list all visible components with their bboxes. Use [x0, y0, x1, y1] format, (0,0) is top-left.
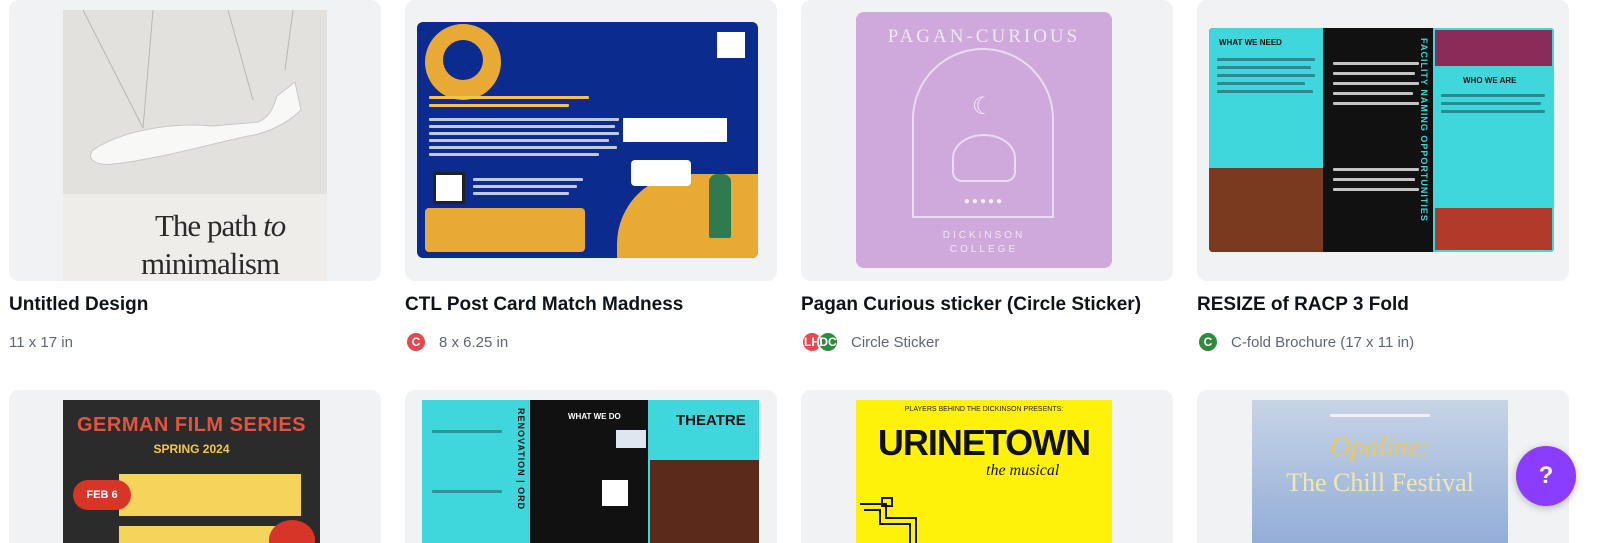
- film-sub: SPRING 2024: [153, 442, 230, 456]
- design-dimensions: 8 x 6.25 in: [439, 333, 509, 351]
- designs-grid: The path to minimalism Untitled Design 1…: [0, 0, 1598, 543]
- design-title[interactable]: Untitled Design: [9, 294, 148, 316]
- design-thumbnail[interactable]: RENOVATION | ORD WHAT WE DO THEATRE: [405, 390, 777, 543]
- date-badge: FEB 6: [73, 480, 131, 510]
- design-dimensions: Circle Sticker: [851, 333, 940, 351]
- heading-what-we-need: WHAT WE NEED: [1219, 38, 1282, 47]
- vertical-text: RENOVATION | ORD: [516, 408, 526, 511]
- design-thumbnail[interactable]: PLAYERS BEHIND THE DICKINSON PRESENTS: U…: [801, 390, 1173, 543]
- design-thumbnail[interactable]: Opaline: The Chill Festival: [1197, 390, 1569, 543]
- event-box: [119, 474, 301, 516]
- design-meta: C 8 x 6.25 in: [405, 330, 508, 354]
- shoe-illustration: [82, 10, 302, 165]
- photo-footer: [1435, 208, 1552, 250]
- moth-icon: [952, 134, 1016, 182]
- sticker-footer2: COLLEGE: [949, 244, 1019, 255]
- moon-phases-icon: ●●●●●: [963, 196, 1005, 207]
- stamp-box: [717, 32, 745, 58]
- collaborator-avatar[interactable]: C: [1197, 331, 1219, 353]
- preview-film-series: GERMAN FILM SERIES SPRING 2024 FEB 6: [63, 400, 320, 543]
- sticker-footer1: DICKINSON: [942, 230, 1026, 241]
- preview-minimalism: The path to minimalism: [63, 10, 327, 281]
- speech-bubble: [631, 160, 691, 186]
- preview-brochure: WHAT WE NEED FACILITY NAMING OPPORTUNITI…: [1209, 28, 1554, 252]
- arch-frame: [912, 48, 1054, 218]
- presenter-text: PLAYERS BEHIND THE DICKINSON PRESENTS:: [904, 406, 1064, 413]
- photo-auditorium: [1209, 168, 1323, 252]
- person-illustration: [709, 174, 731, 238]
- show-subtitle: the musical: [986, 462, 1060, 479]
- heading-what-we-do: WHAT WE DO: [568, 412, 621, 421]
- preview-text-line1: The path: [155, 208, 257, 243]
- design-thumbnail[interactable]: The path to minimalism: [9, 0, 381, 281]
- show-title: URINETOWN: [877, 422, 1091, 463]
- design-thumbnail[interactable]: WHAT WE NEED FACILITY NAMING OPPORTUNITI…: [1197, 0, 1569, 281]
- arch-text: PAGAN-CURIOUS: [887, 26, 1081, 47]
- preview-opaline: Opaline: The Chill Festival: [1252, 400, 1508, 543]
- pipe-illustration: [860, 497, 917, 543]
- orange-corner: [617, 174, 758, 258]
- design-thumbnail[interactable]: GERMAN FILM SERIES SPRING 2024 FEB 6: [9, 390, 381, 543]
- moon-icon: ☾: [972, 93, 994, 120]
- preview-photo: [63, 10, 327, 194]
- photo-banner: [1435, 30, 1552, 66]
- qr-code-icon: [433, 172, 465, 204]
- design-thumbnail[interactable]: PAGAN-CURIOUS ☾ ●●●●● DICKINSON COLLEGE: [801, 0, 1173, 281]
- sponsor-strip: [425, 208, 585, 252]
- preview-text-line2: minimalism: [141, 246, 280, 281]
- photo-stage: [650, 460, 759, 543]
- design-meta: LH DC Circle Sticker: [801, 330, 939, 354]
- collaborator-avatar[interactable]: DC: [817, 331, 839, 353]
- panel-left: [1209, 28, 1323, 168]
- preview-theatre: RENOVATION | ORD WHAT WE DO THEATRE: [422, 400, 759, 543]
- qr-code-icon: [602, 480, 628, 506]
- preview-postcard: [417, 22, 758, 258]
- design-meta: C C-fold Brochure (17 x 11 in): [1197, 330, 1414, 354]
- design-dimensions: C-fold Brochure (17 x 11 in): [1231, 333, 1415, 351]
- design-thumbnail[interactable]: [405, 0, 777, 281]
- preview-sticker: PAGAN-CURIOUS ☾ ●●●●● DICKINSON COLLEGE: [856, 12, 1112, 268]
- theatre-brand: THEATRE: [676, 412, 746, 429]
- collaborator-avatar[interactable]: C: [405, 331, 427, 353]
- preview-text-to: to: [263, 208, 286, 243]
- design-title[interactable]: RESIZE of RACP 3 Fold: [1197, 294, 1409, 316]
- film-heading: GERMAN FILM SERIES: [76, 414, 306, 436]
- design-title[interactable]: Pagan Curious sticker (Circle Sticker): [801, 294, 1141, 316]
- help-button[interactable]: ?: [1516, 446, 1576, 506]
- design-title[interactable]: CTL Post Card Match Madness: [405, 294, 683, 316]
- vertical-text: FACILITY NAMING OPPORTUNITIES: [1419, 38, 1429, 222]
- festival-title-line2: The Chill Festival: [1286, 468, 1474, 497]
- design-meta: 11 x 17 in: [9, 330, 73, 354]
- address-box: [623, 118, 727, 142]
- heading-who-we-are: WHO WE ARE: [1463, 76, 1517, 85]
- design-dimensions: 11 x 17 in: [9, 333, 73, 351]
- festival-title-line1: Opaline:: [1330, 432, 1430, 463]
- preview-urinetown: PLAYERS BEHIND THE DICKINSON PRESENTS: U…: [856, 400, 1112, 543]
